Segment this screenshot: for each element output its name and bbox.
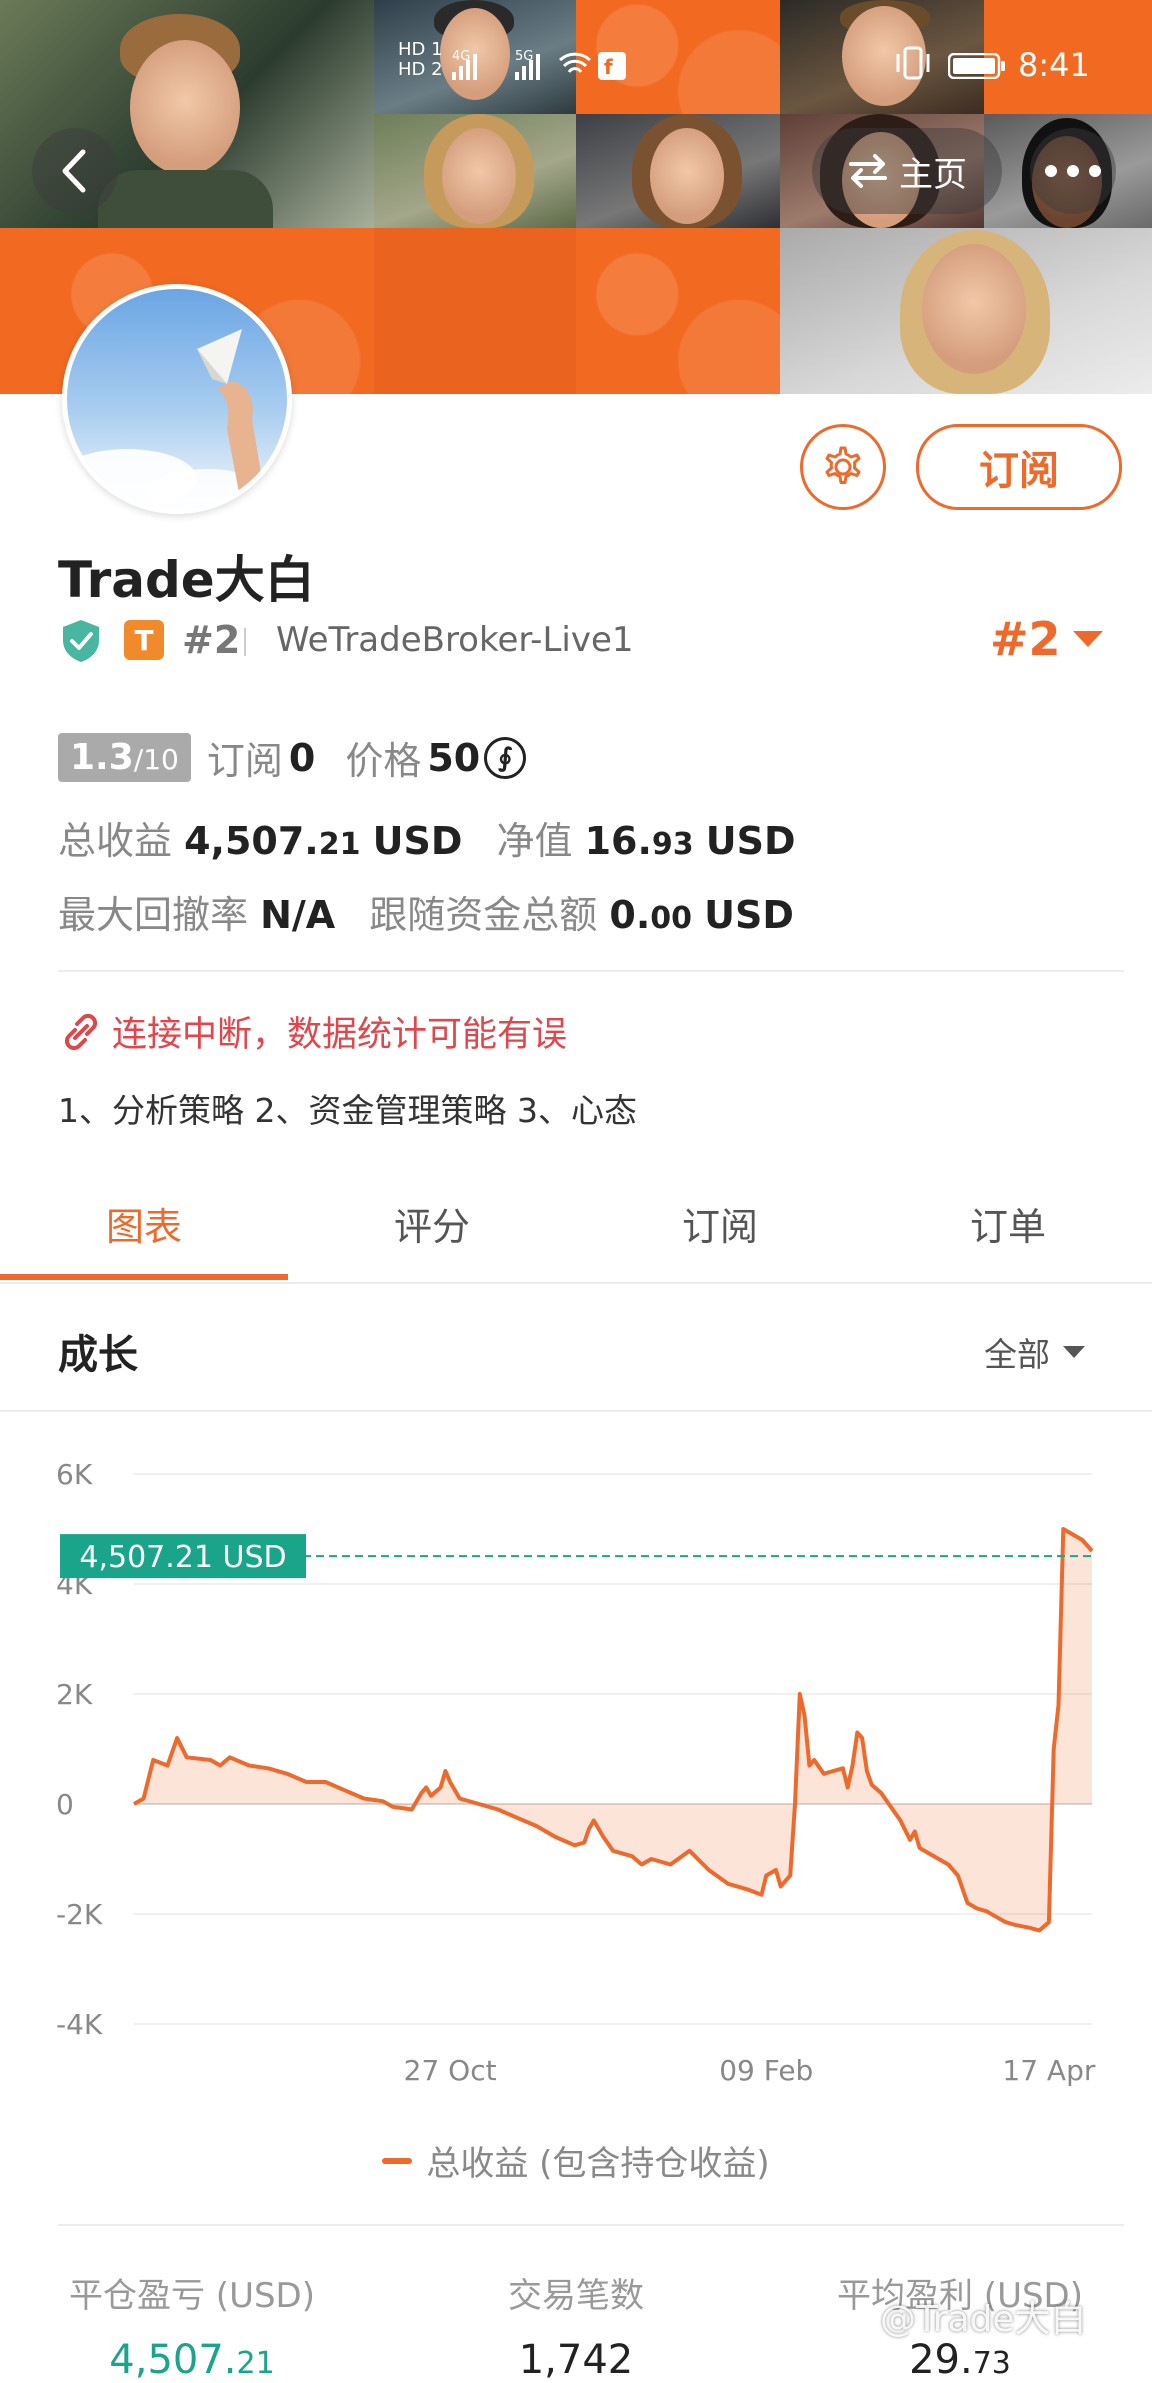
caret-down-icon [1063, 1346, 1085, 1358]
subscribe-count: 0 [288, 735, 316, 780]
closed-pnl-int: 4,507. [109, 2337, 237, 2383]
rank-dropdown[interactable]: #2 [990, 612, 1105, 666]
follow-label: 跟随资金总额 [369, 893, 598, 937]
home-label: 主页 [899, 154, 967, 195]
watermark: @Trade大白 [880, 2299, 1087, 2340]
y-tick-label: -4K [56, 2008, 103, 2041]
follow-unit: USD [704, 893, 794, 937]
score-value: 1.3 [70, 737, 134, 778]
home-button[interactable]: 主页 [812, 128, 1002, 214]
caret-down-icon [1072, 631, 1103, 647]
x-tick-label: 27 Oct [404, 2054, 497, 2087]
rank-large: #2 [990, 612, 1061, 666]
net-unit: USD [705, 819, 796, 863]
series-line [133, 1527, 1094, 1933]
avatar-image [67, 329, 267, 509]
total-profit-dec: 21 [318, 827, 361, 862]
stats-row-3: 最大回撤率 N/A 跟随资金总额 0.00 USD [58, 884, 794, 939]
x-tick-label: 09 Feb [719, 2054, 813, 2087]
connection-warning: 连接中断，数据统计可能有误 [60, 1006, 567, 1057]
cover-photo [576, 114, 780, 228]
total-profit-unit: USD [372, 819, 463, 863]
gear-icon [825, 446, 861, 484]
status-signal-icons: 4G 5G f [430, 38, 630, 84]
trade-count-stat: 交易笔数 1,742 [384, 2268, 768, 2383]
tab-rating[interactable]: 评分 [288, 1196, 576, 1251]
more-button[interactable] [1030, 128, 1116, 214]
trade-count-value: 1,742 [518, 2337, 634, 2383]
y-tick-label: -2K [56, 1898, 103, 1931]
y-tick-label: 6K [56, 1458, 93, 1491]
tab-subscriptions[interactable]: 订阅 [576, 1196, 864, 1251]
closed-pnl-label: 平仓盈亏 (USD) [69, 2276, 315, 2316]
drawdown-label: 最大回撤率 [58, 893, 249, 937]
series-area [134, 1529, 1092, 1931]
swap-arrows-icon [849, 154, 887, 188]
section-divider [0, 1410, 1152, 1412]
price-value: 50 [427, 735, 481, 780]
subscribe-label: 订阅 [206, 739, 283, 783]
score-max: /10 [133, 743, 179, 776]
tabs-divider [0, 1282, 1152, 1284]
coin-icon: ∮ [484, 736, 527, 779]
profile-name: Trade大白 [58, 551, 315, 609]
stats-divider [58, 970, 1124, 972]
back-button[interactable] [32, 128, 118, 214]
follow-dec: 00 [650, 901, 693, 936]
trade-count-label: 交易笔数 [508, 2276, 644, 2316]
y-tick-label: 0 [56, 1788, 74, 1821]
trader-badge: T [124, 620, 164, 660]
cover-tile [374, 228, 576, 394]
vibrate-icon [894, 46, 932, 88]
svg-text:f: f [604, 55, 613, 79]
back-arrow-icon [62, 149, 86, 193]
total-profit-label: 总收益 [58, 819, 173, 863]
status-time: 8:41 [1018, 46, 1090, 84]
closed-pnl-value: 4,507.21 [0, 2337, 384, 2383]
settings-button[interactable] [800, 424, 886, 510]
more-dots-icon [1045, 165, 1101, 177]
total-profit-int: 4,507. [184, 819, 319, 863]
warning-text: 连接中断，数据统计可能有误 [112, 1015, 568, 1055]
stats-row-2: 总收益 4,507.21 USD 净值 16.93 USD [58, 810, 796, 865]
net-label: 净值 [496, 819, 573, 863]
y-tick-label: 2K [56, 1678, 93, 1711]
tab-chart[interactable]: 图表 [0, 1196, 288, 1251]
verified-shield-icon [60, 618, 102, 668]
broken-link-icon [64, 1013, 98, 1050]
rank-small: #2 [182, 618, 241, 662]
battery-icon [947, 52, 1006, 87]
x-tick-label: 17 Apr [1002, 2054, 1095, 2087]
net-dec: 93 [651, 827, 694, 862]
badge-divider [244, 628, 246, 656]
broker-name: WeTradeBroker-Live1 [276, 620, 634, 660]
range-filter[interactable]: 全部 [984, 1328, 1086, 1376]
legend-divider [58, 2224, 1124, 2226]
avatar[interactable] [62, 284, 292, 514]
range-filter-label: 全部 [984, 1335, 1050, 1374]
cover-photo [374, 114, 576, 228]
subscribe-button[interactable]: 订阅 [916, 424, 1122, 510]
follow-int: 0. [609, 893, 651, 937]
current-value-label: 4,507.21 USD [79, 1540, 286, 1575]
strategy-description: 1、分析策略 2、资金管理策略 3、心态 [58, 1091, 637, 1130]
cover-tile [576, 228, 780, 394]
chart-legend: 总收益 (包含持仓收益) [0, 2136, 1152, 2185]
section-title: 成长 [58, 1332, 138, 1378]
stats-row-1: 1.3/10 订阅 0 价格 50 ∮ [58, 730, 527, 785]
active-tab-indicator [0, 1274, 288, 1280]
net-int: 16. [584, 819, 652, 863]
closed-pnl-stat: 平仓盈亏 (USD) 4,507.21 [0, 2268, 384, 2383]
price-label: 价格 [345, 739, 422, 783]
legend-label: 总收益 (包含持仓收益) [426, 2144, 770, 2184]
cover-photo [780, 228, 1152, 394]
tab-orders[interactable]: 订单 [864, 1196, 1152, 1251]
score-badge: 1.3/10 [58, 733, 191, 782]
avg-profit-int: 29. [909, 2337, 973, 2383]
avg-profit-value: 29.73 [768, 2337, 1152, 2383]
growth-chart: 6K4K2K0-2K-4K27 Oct 09 Feb 17 Apr4,507.21 … [56, 1458, 1096, 2087]
legend-swatch [382, 2157, 413, 2164]
drawdown-value: N/A [260, 893, 336, 937]
